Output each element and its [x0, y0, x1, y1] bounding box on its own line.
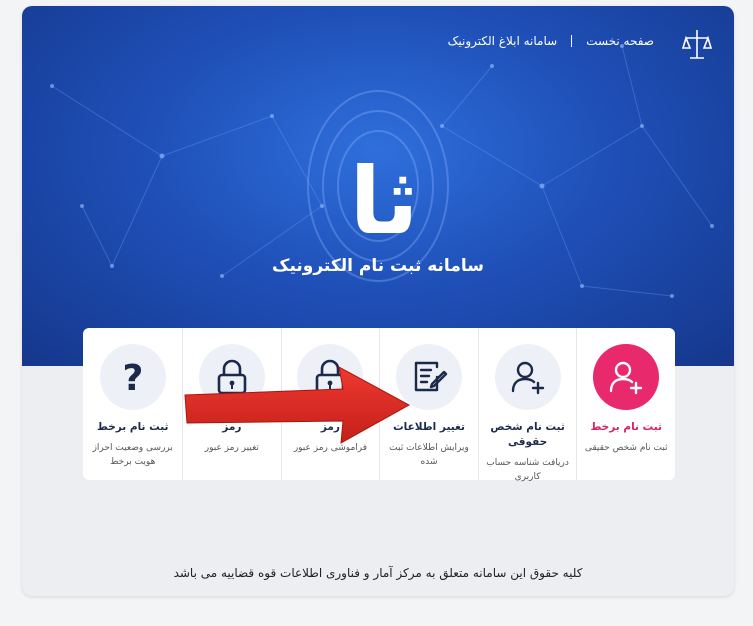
card-icon-circle: [494, 344, 561, 410]
red-arrow-annotation-icon: [184, 366, 411, 444]
edit-document-icon: [414, 361, 448, 392]
question-mark-icon: ?: [122, 358, 143, 397]
card-legal-entity-registration[interactable]: ثبت نام شخص حقوقی دریافت شناسه حساب کارب…: [477, 328, 577, 482]
card-check-verification-status[interactable]: ? ثبت نام برخط بررسی وضعیت احراز هویت بر…: [83, 328, 182, 480]
card-description: ثبت نام شخص حقیقی: [584, 443, 668, 453]
page-frame: صفحه نخست سامانه ابلاغ الکترونیک ثا ساما…: [22, 6, 734, 596]
card-description: ویرایش اطلاعات ثبت شده: [389, 443, 469, 467]
hero-title: سامانه ثبت نام الکترونیک: [272, 256, 484, 276]
card-description: بررسی وضعیت احراز هویت برخط: [92, 443, 173, 467]
nav-home-link[interactable]: صفحه نخست: [586, 34, 654, 48]
card-icon-circle: [593, 344, 660, 410]
nav-notice-system-link[interactable]: سامانه ابلاغ الکترونیک: [448, 34, 558, 48]
card-icon-circle: ?: [99, 344, 166, 410]
svg-text:?: ?: [122, 358, 143, 397]
card-online-registration[interactable]: ثبت نام برخط ثبت نام شخص حقیقی: [576, 328, 675, 480]
nav-separator: [571, 35, 573, 47]
card-description: دریافت شناسه حساب کاربری: [486, 458, 569, 482]
user-plus-icon: [610, 361, 643, 395]
card-title: ثبت نام برخط: [590, 421, 662, 433]
registration-logo-mark: ثا: [349, 148, 418, 248]
card-title: ثبت نام شخص حقوقی: [490, 421, 565, 448]
logo-mark-glyph: ثا: [349, 148, 418, 248]
judiciary-emblem-icon[interactable]: [682, 26, 712, 62]
footer-copyright: کلیه حقوق این سامانه متعلق به مرکز آمار …: [173, 566, 583, 580]
user-plus-icon: [511, 361, 544, 395]
hero-banner: صفحه نخست سامانه ابلاغ الکترونیک ثا ساما…: [22, 6, 734, 366]
card-title: ثبت نام برخط: [96, 421, 169, 433]
top-navigation: صفحه نخست سامانه ابلاغ الکترونیک: [448, 34, 654, 48]
